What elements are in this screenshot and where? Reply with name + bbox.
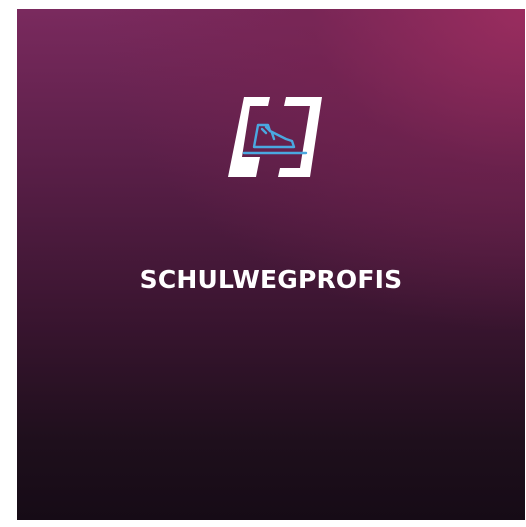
splash-tile: SCHULWEGPROFIS [17,9,525,520]
shoe-in-frame-icon [228,97,322,177]
app-screen: SCHULWEGPROFIS [0,0,526,527]
app-title: SCHULWEGPROFIS [139,265,403,294]
